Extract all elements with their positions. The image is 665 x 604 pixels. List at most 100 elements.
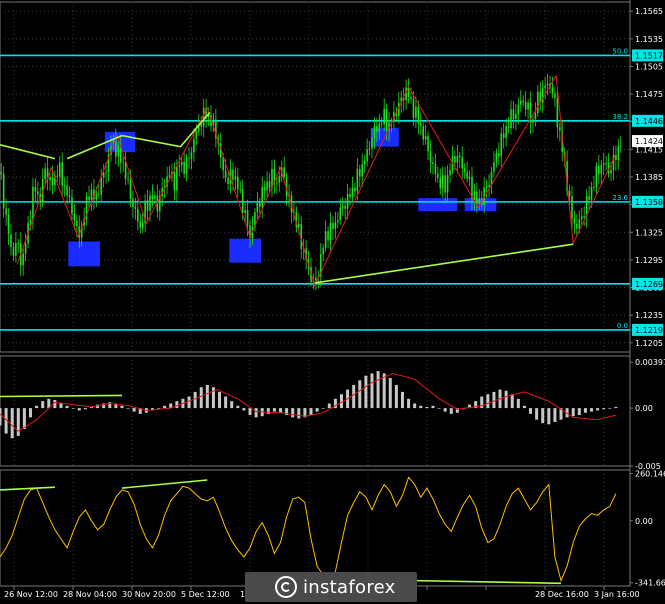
candle-body [507,126,510,129]
candle-body [588,196,590,200]
candle-body [578,219,581,229]
support-resistance-zone [229,238,261,263]
macd-tick-label: 0.00397 [635,358,665,367]
macd-histogram-bar [83,408,87,410]
candle-body [34,186,37,192]
macd-trend-line[interactable] [0,394,123,398]
candle-body [141,222,144,228]
candle-body [573,218,576,224]
current-price-tag-text: 1.1424 [635,137,663,146]
candle-body [422,126,425,140]
price-tick-label: 1.1475 [635,90,663,99]
macd-histogram-bar [376,371,380,409]
fibonacci-level-label: 23.6 [612,194,628,202]
candle-body [173,172,176,191]
candle-body [593,186,595,188]
candle-body [461,157,464,169]
candle-body [178,165,181,167]
candle-body [454,156,456,163]
macd-histogram-bar [425,406,429,409]
candle-body [368,148,371,150]
candle-body [556,98,559,128]
level-price-tag-text: 1.1269 [635,280,663,289]
macd-histogram-bar [218,391,222,409]
candle-body [7,214,10,235]
macd-histogram-bar [413,403,417,409]
trading-chart[interactable]: 50.0 38.2 23.6 0.0 1.1565 1.1535 1.1505 1.1475… [0,0,665,604]
level-price-tag-text: 1.1219 [635,326,663,335]
candle-body [266,181,268,191]
macd-histogram-bar [126,408,130,409]
candle-body [554,93,556,99]
candle-body [351,187,354,198]
candle-body [105,171,107,173]
candle-body [5,208,7,215]
candle-body [424,135,427,140]
macd-histogram-bar [486,394,490,409]
candle-body [193,138,195,153]
time-tick-label: 28 Nov 04:00 [63,590,117,599]
macd-histogram-bar [77,408,81,411]
candle-body [541,88,544,103]
candle-body [334,221,337,229]
macd-histogram-bar [279,408,283,413]
time-tick-label: 5 Dec 12:00 [181,590,230,599]
candle-body [10,234,12,248]
candle-body [361,164,364,177]
candle-body [485,186,488,188]
time-tick-label: 3 Jan 16:00 [594,590,640,599]
candle-body [298,223,300,228]
candle-body [246,210,249,226]
candle-body [261,187,264,207]
candle-body [463,168,466,172]
candle-body [495,153,498,163]
candle-body [202,107,205,127]
macd-histogram-bar [132,408,136,412]
candle-body [415,106,417,118]
candle-body [466,171,468,179]
candle-body [590,187,593,200]
candle-body [602,163,605,166]
instaforex-logo-icon [275,576,297,598]
candle-body [241,189,244,213]
candle-body [332,223,334,229]
candle-body [2,173,5,209]
macd-histogram-bar [163,405,167,409]
macd-histogram-bar [492,391,496,409]
candle-body [546,83,549,86]
candle-body [232,169,234,180]
fibonacci-level-label: 50.0 [612,47,628,55]
candle-body [449,170,451,176]
candle-body [24,243,27,254]
chart-background [0,0,665,604]
candle-body [571,196,573,219]
candle-body [376,126,378,132]
candle-body [29,219,32,224]
candle-body [49,176,51,181]
candle-body [366,149,368,162]
candle-body [76,220,78,227]
macd-histogram-bar [193,391,197,409]
macd-histogram-bar [157,408,161,409]
candle-body [224,170,227,178]
candle-body [380,123,383,125]
cci-tick-label: 0.00 [635,517,653,526]
macd-histogram-bar [59,403,63,409]
macd-histogram-bar [187,396,191,409]
macd-histogram-bar [541,408,545,424]
macd-histogram-bar [370,373,374,409]
macd-histogram-bar [510,394,514,409]
macd-histogram-bar [583,408,587,413]
candle-body [124,161,127,179]
candle-body [68,195,71,198]
macd-histogram-bar [547,408,551,425]
candle-body [195,130,198,139]
candle-body [71,197,73,215]
logo-text: instaforex [303,576,396,598]
candle-body [180,161,183,166]
candle-body [327,231,329,241]
candle-body [176,166,178,191]
level-price-tag-text: 1.1446 [635,117,663,126]
candle-body [115,139,117,157]
candle-body [598,165,600,175]
